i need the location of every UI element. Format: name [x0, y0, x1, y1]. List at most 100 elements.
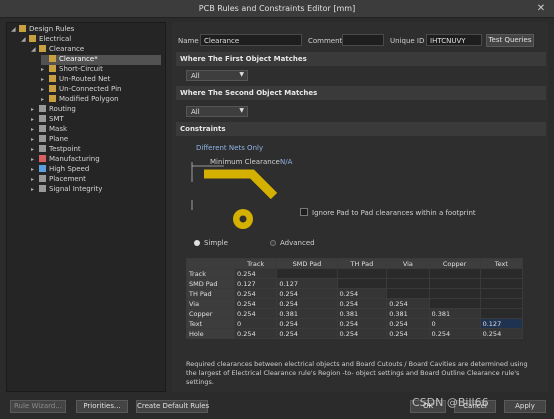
ignore-pad-checkbox[interactable] — [300, 208, 308, 216]
tree-item-clearance-rule[interactable]: Clearance* — [41, 55, 161, 65]
matrix-cell[interactable]: 0.254 — [386, 328, 430, 339]
matrix-cell[interactable]: 0 — [428, 318, 481, 329]
matrix-cell[interactable]: 0.254 — [336, 288, 388, 299]
expand-icon[interactable]: ▸ — [41, 76, 49, 83]
priorities-button[interactable]: Priorities... — [76, 400, 128, 413]
matrix-cell[interactable]: 0.381 — [386, 308, 430, 319]
tree-item-label: Short-Circuit — [59, 65, 103, 73]
name-field[interactable]: Clearance — [200, 34, 302, 46]
matrix-cell[interactable]: 0.381 — [428, 308, 481, 319]
tree-item-testpoint[interactable]: ▸ Testpoint — [31, 145, 81, 155]
tree-item-electrical[interactable]: ◢ Electrical — [21, 35, 71, 45]
test-queries-button[interactable]: Test Queries — [486, 34, 534, 47]
window-title: PCB Rules and Constraints Editor [mm] — [198, 4, 356, 13]
matrix-row: Copper 0.254 0.381 0.381 0.381 0.381 — [186, 308, 524, 319]
expand-icon[interactable]: ▸ — [31, 146, 39, 153]
folder-icon — [19, 25, 26, 32]
tree-item-label: Routing — [49, 105, 76, 113]
high-speed-icon — [39, 165, 46, 172]
expand-icon[interactable]: ▸ — [41, 86, 49, 93]
matrix-cell[interactable]: 0.127 — [479, 318, 524, 329]
track-shape — [204, 169, 278, 200]
matrix-cell[interactable]: 0.381 — [276, 308, 338, 319]
matrix-cell[interactable]: 0.127 — [276, 278, 338, 289]
apply-button[interactable]: Apply — [504, 400, 546, 413]
matrix-cell — [336, 278, 388, 289]
expand-icon[interactable]: ▸ — [31, 126, 39, 133]
advanced-radio[interactable] — [270, 240, 276, 246]
tree-item-label: High Speed — [49, 165, 90, 173]
different-nets-label[interactable]: Different Nets Only — [196, 144, 263, 152]
rule-icon — [49, 95, 56, 102]
expand-icon[interactable]: ▸ — [31, 166, 39, 173]
expand-icon[interactable]: ▸ — [31, 176, 39, 183]
expand-icon[interactable]: ▸ — [31, 136, 39, 143]
matrix-cell[interactable]: 0.254 — [428, 328, 481, 339]
create-default-rules-button[interactable]: Create Default Rules — [136, 400, 209, 413]
tree-item-modified-polygon[interactable]: ▸ Modified Polygon — [41, 95, 119, 105]
column-header: Copper — [428, 258, 481, 269]
matrix-cell[interactable]: 0.254 — [479, 328, 524, 339]
tree-item-short-circuit[interactable]: ▸ Short-Circuit — [41, 65, 103, 75]
column-header: SMD Pad — [276, 258, 338, 269]
matrix-corner — [186, 258, 235, 269]
matrix-cell[interactable]: 0.254 — [336, 328, 388, 339]
tree-item-high-speed[interactable]: ▸ High Speed — [31, 165, 89, 175]
matrix-cell[interactable]: 0.254 — [336, 298, 388, 309]
rule-icon — [39, 45, 46, 52]
expand-icon[interactable]: ◢ — [31, 46, 39, 53]
matrix-cell[interactable]: 0.254 — [233, 288, 278, 299]
expand-icon[interactable]: ▸ — [41, 66, 49, 73]
comment-field[interactable] — [342, 34, 384, 46]
expand-icon[interactable]: ▸ — [41, 96, 49, 103]
second-match-select[interactable]: All ▼ — [186, 106, 248, 117]
tree-item-mask[interactable]: ▸ Mask — [31, 125, 67, 135]
expand-icon[interactable]: ◢ — [21, 36, 29, 43]
unique-id-label: Unique ID — [390, 37, 425, 45]
matrix-cell[interactable]: 0.254 — [276, 298, 338, 309]
tree-item-label: Modified Polygon — [59, 95, 119, 103]
matrix-cell[interactable]: 0.381 — [336, 308, 388, 319]
matrix-cell[interactable]: 0.127 — [233, 278, 278, 289]
matrix-cell[interactable]: 0.254 — [233, 268, 278, 279]
tree-item-smt[interactable]: ▸ SMT — [31, 115, 64, 125]
rule-editor-panel: Name Clearance Comment Unique ID IHTCNUV… — [172, 22, 548, 392]
tree-item-label: Clearance* — [59, 55, 98, 63]
tree-item-manufacturing[interactable]: ▸ Manufacturing — [31, 155, 100, 165]
tree-item-signal-integrity[interactable]: ▸ Signal Integrity — [31, 185, 102, 195]
unique-id-field[interactable]: IHTCNUVY — [426, 34, 482, 46]
matrix-cell[interactable]: 0.254 — [276, 318, 338, 329]
matrix-cell[interactable]: 0.254 — [233, 308, 278, 319]
mask-icon — [39, 125, 46, 132]
expand-icon[interactable]: ▸ — [31, 186, 39, 193]
rule-wizard-button[interactable]: Rule Wizard... — [10, 400, 66, 413]
testpoint-icon — [39, 145, 46, 152]
expand-icon[interactable]: ◢ — [11, 26, 19, 33]
first-match-select[interactable]: All ▼ — [186, 70, 248, 81]
simple-radio[interactable] — [194, 240, 200, 246]
tree-item-un-routed-net[interactable]: ▸ Un-Routed Net — [41, 75, 110, 85]
matrix-cell[interactable]: 0.254 — [386, 318, 430, 329]
matrix-cell[interactable]: 0 — [233, 318, 278, 329]
expand-icon[interactable]: ▸ — [31, 106, 39, 113]
constraints-header: Constraints — [176, 122, 546, 136]
tree-item-placement[interactable]: ▸ Placement — [31, 175, 86, 185]
matrix-cell[interactable]: 0.254 — [386, 298, 430, 309]
matrix-row: Text 0 0.254 0.254 0.254 0 0.127 — [186, 318, 524, 329]
expand-icon[interactable]: ▸ — [31, 116, 39, 123]
matrix-cell[interactable]: 0.254 — [276, 288, 338, 299]
tree-item-clearance[interactable]: ◢ Clearance — [31, 45, 84, 55]
matrix-cell[interactable]: 0.254 — [336, 318, 388, 329]
matrix-cell[interactable]: 0.254 — [233, 298, 278, 309]
tree-item-design-rules[interactable]: ◢ Design Rules — [11, 25, 74, 35]
matrix-cell[interactable]: 0.254 — [276, 328, 338, 339]
tree-item-un-connected-pin[interactable]: ▸ Un-Connected Pin — [41, 85, 121, 95]
expand-icon[interactable]: ▸ — [31, 156, 39, 163]
tree-item-plane[interactable]: ▸ Plane — [31, 135, 68, 145]
manufacturing-icon — [39, 155, 46, 162]
tree-item-routing[interactable]: ▸ Routing — [31, 105, 76, 115]
close-icon[interactable]: ✕ — [534, 2, 548, 16]
matrix-cell — [479, 308, 524, 319]
matrix-cell[interactable]: 0.254 — [233, 328, 278, 339]
name-label: Name — [178, 37, 199, 45]
